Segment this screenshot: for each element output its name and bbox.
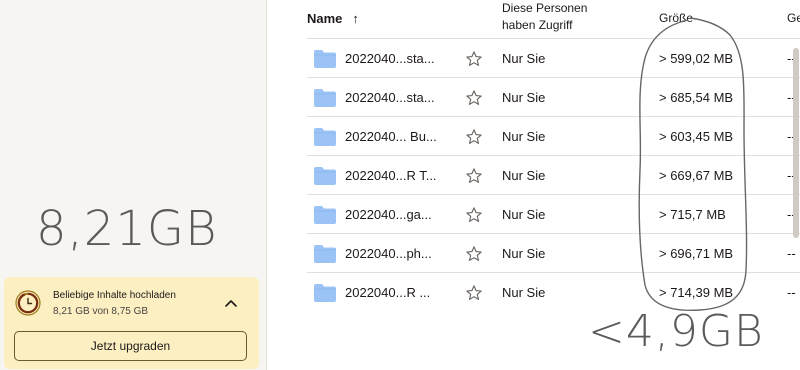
column-header-access[interactable]: Diese Personen haben Zugriff — [502, 0, 587, 34]
size-value: > 599,02 MB — [659, 51, 734, 66]
file-table: Name ↑ Diese Personen haben Zugriff Größ… — [307, 0, 800, 312]
star-icon[interactable] — [465, 234, 485, 273]
size-value: > 669,67 MB — [659, 168, 734, 183]
size-value: > 685,54 MB — [659, 90, 734, 105]
handwritten-sum-label: <4,9GB — [588, 306, 764, 357]
storage-title: Beliebige Inhalte hochladen — [53, 290, 176, 301]
table-row[interactable]: 2022040...sta... Nur Sie > 685,54 MB -- — [307, 77, 800, 116]
folder-icon — [313, 156, 337, 195]
access-value: Nur Sie — [502, 51, 546, 66]
handwritten-total-label: 8,21GB — [36, 201, 218, 257]
access-value: Nur Sie — [502, 90, 546, 105]
table-row[interactable]: 2022040...ph... Nur Sie > 696,71 MB -- — [307, 233, 800, 272]
file-name[interactable]: 2022040... Bu... — [345, 117, 455, 156]
star-icon[interactable] — [465, 117, 485, 156]
sort-ascending-icon: ↑ — [352, 11, 359, 26]
storage-usage: 8,21 GB von 8,75 GB — [53, 306, 149, 317]
star-icon[interactable] — [465, 195, 485, 234]
folder-icon — [313, 195, 337, 234]
app-root: Beliebige Inhalte hochladen 8,21 GB von … — [0, 0, 800, 370]
folder-icon — [313, 39, 337, 78]
scrollbar[interactable] — [793, 48, 799, 238]
column-header-name-label: Name — [307, 11, 343, 26]
chevron-up-icon[interactable] — [221, 293, 241, 313]
size-value: > 696,71 MB — [659, 246, 734, 261]
table-row[interactable]: 2022040...sta... Nur Sie > 599,02 MB -- — [307, 38, 800, 77]
file-name[interactable]: 2022040...R T... — [345, 156, 455, 195]
star-icon[interactable] — [465, 78, 485, 117]
folder-icon — [313, 234, 337, 273]
sidebar-divider — [266, 0, 267, 370]
extra-value: -- — [787, 285, 796, 300]
file-name[interactable]: 2022040...R ... — [345, 273, 455, 312]
access-value: Nur Sie — [502, 285, 546, 300]
access-value: Nur Sie — [502, 129, 546, 144]
file-name[interactable]: 2022040...sta... — [345, 39, 455, 78]
table-row[interactable]: 2022040...R T... Nur Sie > 669,67 MB -- — [307, 155, 800, 194]
column-header-access-line1: Diese Personen — [502, 1, 588, 15]
column-header-access-line2: haben Zugriff — [502, 18, 573, 32]
table-row[interactable]: 2022040...ga... Nur Sie > 715,7 MB -- — [307, 194, 800, 233]
folder-icon — [313, 78, 337, 117]
file-name[interactable]: 2022040...ga... — [345, 195, 455, 234]
extra-value: -- — [787, 246, 796, 261]
column-header-extra[interactable]: Ge — [787, 11, 800, 25]
table-row[interactable]: 2022040... Bu... Nur Sie > 603,45 MB -- — [307, 116, 800, 155]
access-value: Nur Sie — [502, 168, 546, 183]
folder-icon — [313, 273, 337, 312]
column-header-size[interactable]: Größe — [659, 11, 693, 25]
star-icon[interactable] — [465, 156, 485, 195]
access-value: Nur Sie — [502, 207, 546, 222]
upgrade-button[interactable]: Jetzt upgraden — [14, 331, 247, 361]
star-icon[interactable] — [465, 273, 485, 312]
column-header-name[interactable]: Name ↑ — [307, 11, 359, 26]
access-value: Nur Sie — [502, 246, 546, 261]
size-value: > 715,7 MB — [659, 207, 726, 222]
size-value: > 603,45 MB — [659, 129, 734, 144]
star-icon[interactable] — [465, 39, 485, 78]
file-name[interactable]: 2022040...ph... — [345, 234, 455, 273]
file-name[interactable]: 2022040...sta... — [345, 78, 455, 117]
storage-clock-icon — [15, 290, 41, 316]
folder-icon — [313, 117, 337, 156]
